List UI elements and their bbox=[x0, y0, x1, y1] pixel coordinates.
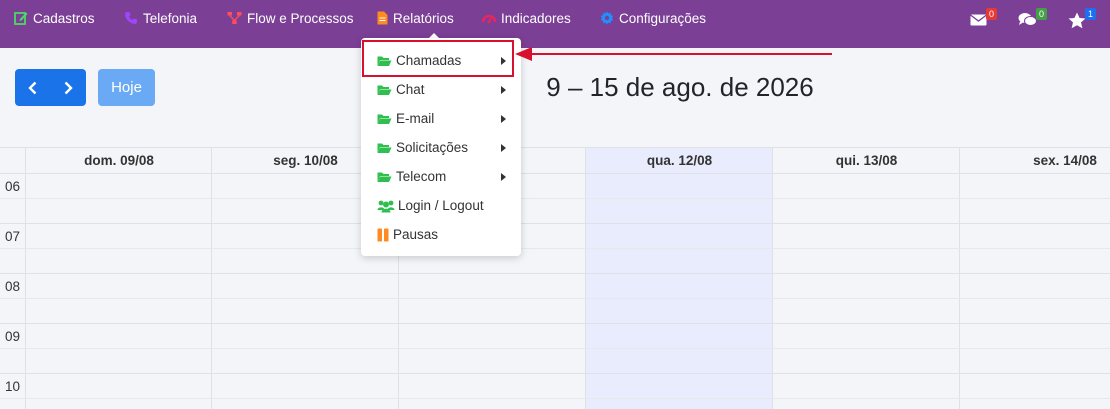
nav-flow-processos[interactable]: Flow e Processos bbox=[227, 9, 354, 27]
phone-icon bbox=[125, 12, 137, 24]
menu-item-label: Solicitações bbox=[396, 140, 469, 155]
menu-item-chat[interactable]: Chat bbox=[361, 75, 521, 104]
half-hour-line bbox=[0, 198, 1110, 199]
nav-cadastros-label: Cadastros bbox=[33, 10, 95, 26]
mail-notifications[interactable]: 0 bbox=[970, 8, 997, 32]
nav-telefonia[interactable]: Telefonia bbox=[124, 9, 197, 27]
chevron-left-icon bbox=[28, 81, 37, 94]
chat-notifications[interactable]: 0 bbox=[1018, 8, 1047, 32]
chat-badge: 0 bbox=[1036, 8, 1047, 20]
envelope-icon bbox=[970, 14, 987, 26]
prev-button[interactable] bbox=[15, 69, 51, 106]
nav-flow-label: Flow e Processos bbox=[247, 10, 354, 26]
day-header[interactable]: qua. 12/08 bbox=[585, 148, 773, 174]
prev-next-group bbox=[15, 69, 86, 106]
menu-item-pausas[interactable]: Pausas bbox=[361, 220, 521, 249]
nav-relatorios-label: Relatórios bbox=[393, 10, 454, 26]
folder-open-icon bbox=[377, 172, 392, 182]
caret-right-icon bbox=[501, 115, 506, 123]
menu-item-label: Chat bbox=[396, 82, 425, 97]
hour-label: 09 bbox=[5, 329, 21, 344]
today-button[interactable]: Hoje bbox=[98, 69, 155, 106]
top-navbar: Cadastros Telefonia Flow e Processos Rel… bbox=[0, 0, 1110, 48]
next-button[interactable] bbox=[51, 69, 87, 106]
hour-label: 07 bbox=[5, 229, 21, 244]
hour-label: 06 bbox=[5, 179, 21, 194]
dashboard-icon bbox=[482, 14, 496, 24]
menu-item-email[interactable]: E-mail bbox=[361, 104, 521, 133]
nav-indicadores[interactable]: Indicadores bbox=[482, 9, 571, 27]
sitemap-icon bbox=[227, 12, 242, 24]
folder-open-icon bbox=[377, 114, 392, 124]
highlight-box bbox=[362, 40, 514, 77]
chevron-right-icon bbox=[64, 81, 73, 94]
star-icon bbox=[1068, 12, 1086, 29]
nav-cadastros[interactable]: Cadastros bbox=[14, 9, 95, 27]
hour-label: 10 bbox=[5, 379, 21, 394]
cog-icon bbox=[600, 11, 614, 25]
comments-icon bbox=[1018, 13, 1037, 26]
day-header[interactable]: sex. 14/08 bbox=[959, 148, 1110, 174]
date-range-title: 9 – 15 de ago. de 2026 bbox=[546, 72, 814, 102]
menu-item-label: Telecom bbox=[396, 169, 447, 184]
hour-line bbox=[0, 323, 1110, 324]
half-hour-line bbox=[0, 248, 1110, 249]
hour-label: 08 bbox=[5, 279, 21, 294]
pause-icon bbox=[377, 228, 389, 241]
star-badge: 1 bbox=[1085, 8, 1096, 20]
hour-line bbox=[0, 373, 1110, 374]
folder-open-icon bbox=[377, 85, 392, 95]
day-header[interactable]: qui. 13/08 bbox=[772, 148, 960, 174]
menu-item-telecom[interactable]: Telecom bbox=[361, 162, 521, 191]
caret-right-icon bbox=[501, 144, 506, 152]
half-hour-line bbox=[0, 398, 1110, 399]
mail-badge: 0 bbox=[986, 8, 997, 20]
users-icon bbox=[377, 200, 395, 212]
half-hour-line bbox=[0, 298, 1110, 299]
hour-line bbox=[0, 273, 1110, 274]
menu-item-label: Pausas bbox=[393, 227, 439, 242]
menu-item-label: E-mail bbox=[396, 111, 435, 126]
today-column bbox=[586, 147, 773, 409]
nav-configuracoes-label: Configurações bbox=[619, 10, 707, 26]
caret-right-icon bbox=[501, 173, 506, 181]
favorites[interactable]: 1 bbox=[1068, 8, 1096, 34]
menu-item-login-logout[interactable]: Login / Logout bbox=[361, 191, 521, 220]
half-hour-line bbox=[0, 348, 1110, 349]
edit-icon bbox=[14, 12, 28, 25]
folder-open-icon bbox=[377, 143, 392, 153]
day-header-row: dom. 09/08 seg. 10/08 ter. 11/08 qua. 12… bbox=[0, 147, 1110, 174]
menu-item-label: Login / Logout bbox=[398, 198, 484, 213]
menu-item-solicitacoes[interactable]: Solicitações bbox=[361, 133, 521, 162]
hour-line bbox=[0, 223, 1110, 224]
nav-relatorios[interactable]: Relatórios bbox=[377, 9, 454, 27]
caret-right-icon bbox=[501, 86, 506, 94]
nav-indicadores-label: Indicadores bbox=[501, 10, 571, 26]
file-icon bbox=[377, 11, 388, 25]
day-header[interactable]: dom. 09/08 bbox=[25, 148, 212, 174]
nav-telefonia-label: Telefonia bbox=[143, 10, 198, 26]
nav-configuracoes[interactable]: Configurações bbox=[600, 9, 706, 27]
week-calendar: dom. 09/08 seg. 10/08 ter. 11/08 qua. 12… bbox=[0, 147, 1110, 409]
pointer-arrow bbox=[515, 47, 832, 61]
